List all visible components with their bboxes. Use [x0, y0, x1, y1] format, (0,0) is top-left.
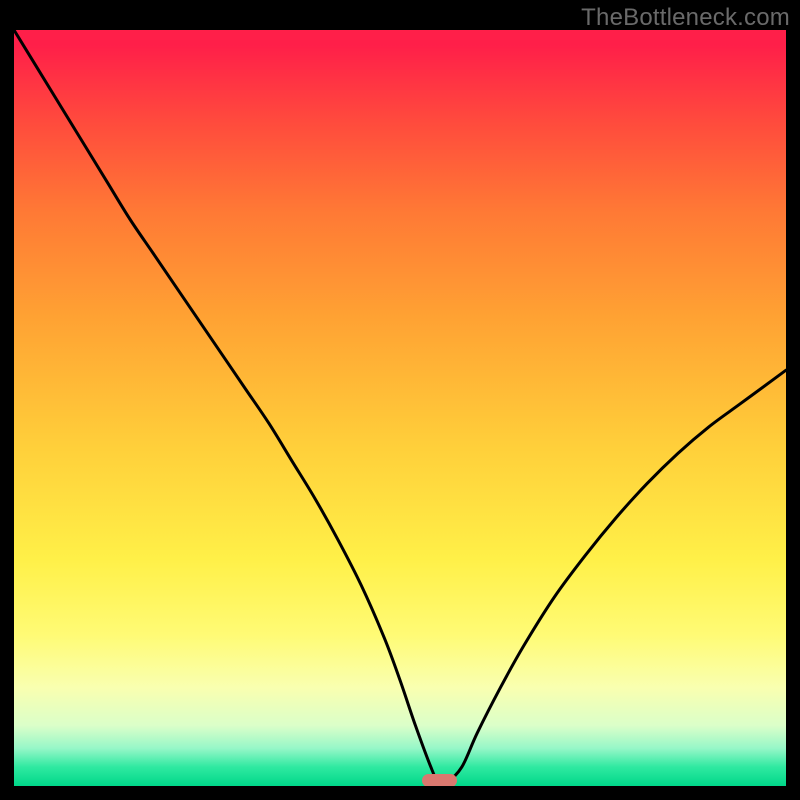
plot-area — [14, 30, 786, 786]
optimal-point-marker — [422, 774, 457, 786]
bottleneck-curve — [14, 30, 786, 786]
watermark-text: TheBottleneck.com — [581, 4, 790, 32]
chart-frame: TheBottleneck.com — [0, 0, 800, 800]
